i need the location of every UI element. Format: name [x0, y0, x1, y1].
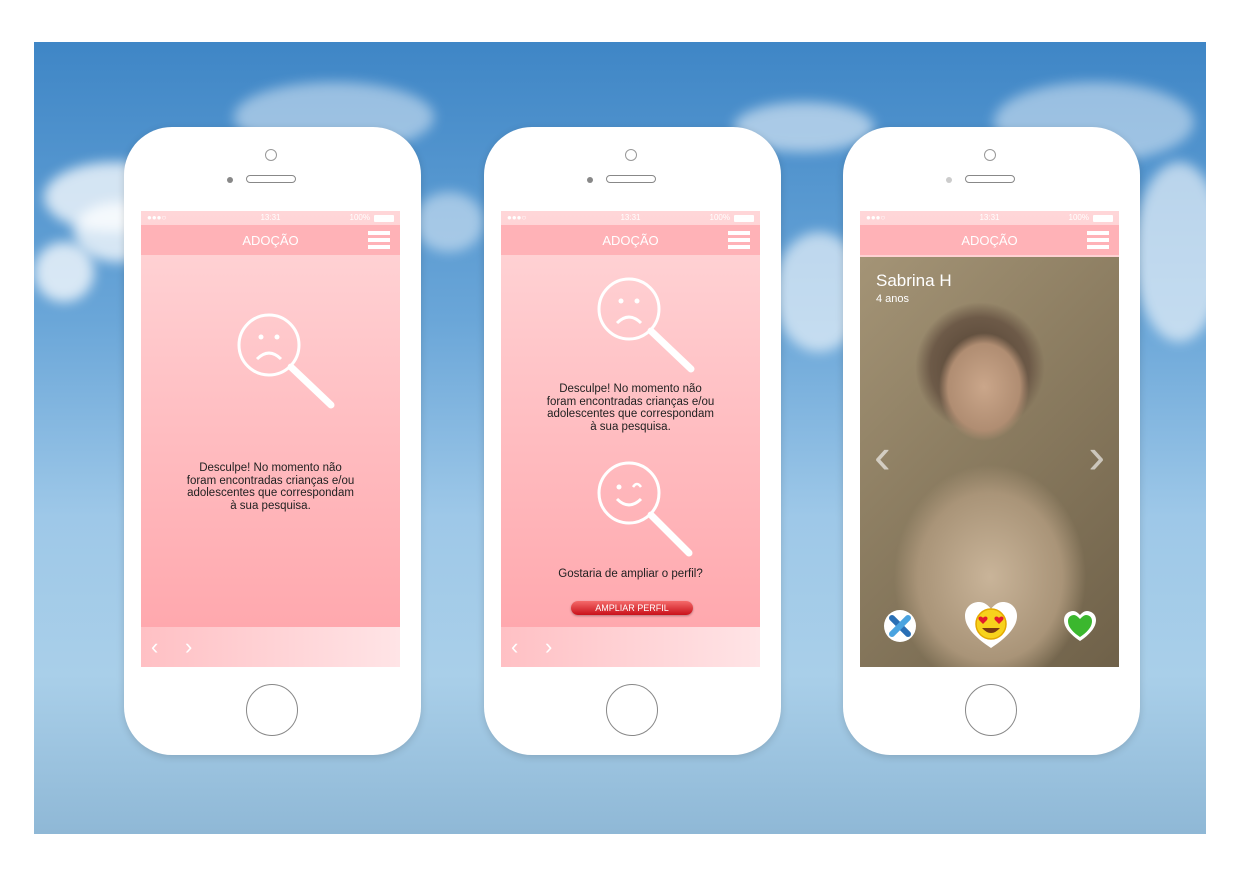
phone-1: ●●●○ 13:31 100% ADOÇÃO Desculpe! No mome… [124, 127, 421, 755]
x-icon[interactable] [882, 608, 918, 644]
status-bar: ●●●○ 13:31 100% [141, 211, 400, 225]
speaker-grille [606, 175, 656, 183]
bottom-nav-bar: ‹ › [141, 627, 400, 667]
profile-name: Sabrina H [876, 271, 952, 290]
proximity-sensor [587, 177, 593, 183]
battery-percent: 100% [349, 213, 370, 222]
speaker-grille [965, 175, 1015, 183]
status-bar: ●●●○ 13:31 100% [501, 211, 760, 225]
screen-profile: ●●●○ 13:31 100% ADOÇÃO Sabrina H 4 anos … [860, 211, 1119, 667]
proximity-sensor [946, 177, 952, 183]
battery-icon [374, 215, 394, 222]
page-title: ADOÇÃO [602, 233, 659, 248]
screen-no-results: ●●●○ 13:31 100% ADOÇÃO Desculpe! No mome… [141, 211, 400, 667]
chevron-right-icon[interactable]: › [1088, 431, 1105, 481]
nav-bar: ADOÇÃO [501, 225, 760, 255]
home-button[interactable] [246, 684, 298, 736]
chevron-right-icon[interactable]: › [545, 636, 552, 658]
chevron-left-icon[interactable]: ‹ [874, 431, 891, 481]
nav-bar: ADOÇÃO [860, 225, 1119, 255]
magnifier-sad-face-icon [597, 277, 695, 373]
page-title: ADOÇÃO [242, 233, 299, 248]
chevron-left-icon[interactable]: ‹ [151, 636, 158, 658]
heart-eyes-emoji-icon[interactable] [963, 600, 1019, 650]
chevron-right-icon[interactable]: › [185, 636, 192, 658]
battery-percent: 100% [709, 213, 730, 222]
front-camera [625, 149, 637, 161]
phone-2: ●●●○ 13:31 100% ADOÇÃO Desculpe! No mome… [484, 127, 781, 755]
battery-percent: 100% [1068, 213, 1089, 222]
front-camera [984, 149, 996, 161]
green-heart-icon[interactable] [1062, 609, 1098, 643]
screen-expand-profile: ●●●○ 13:31 100% ADOÇÃO Desculpe! No mome… [501, 211, 760, 667]
page-title: ADOÇÃO [961, 233, 1018, 248]
battery-icon [1093, 215, 1113, 222]
status-bar: ●●●○ 13:31 100% [860, 211, 1119, 225]
expand-question: Gostaria de ampliar o perfil? [558, 568, 703, 580]
nav-bar: ADOÇÃO [141, 225, 400, 255]
home-button[interactable] [965, 684, 1017, 736]
phone-3: ●●●○ 13:31 100% ADOÇÃO Sabrina H 4 anos … [843, 127, 1140, 755]
magnifier-sad-face-icon [237, 313, 335, 409]
front-camera [265, 149, 277, 161]
battery-icon [734, 215, 754, 222]
chevron-left-icon[interactable]: ‹ [511, 636, 518, 658]
profile-age: 4 anos [876, 293, 910, 305]
hamburger-menu-icon[interactable] [1087, 231, 1109, 249]
proximity-sensor [227, 177, 233, 183]
no-results-message: Desculpe! No momento não foram encontrad… [186, 462, 355, 512]
speaker-grille [246, 175, 296, 183]
hamburger-menu-icon[interactable] [728, 231, 750, 249]
magnifier-wink-face-icon [597, 461, 693, 557]
hamburger-menu-icon[interactable] [368, 231, 390, 249]
home-button[interactable] [606, 684, 658, 736]
bottom-nav-bar: ‹ › [501, 627, 760, 667]
no-results-message: Desculpe! No momento não foram encontrad… [546, 383, 715, 433]
expand-profile-button[interactable]: AMPLIAR PERFIL [571, 601, 693, 615]
